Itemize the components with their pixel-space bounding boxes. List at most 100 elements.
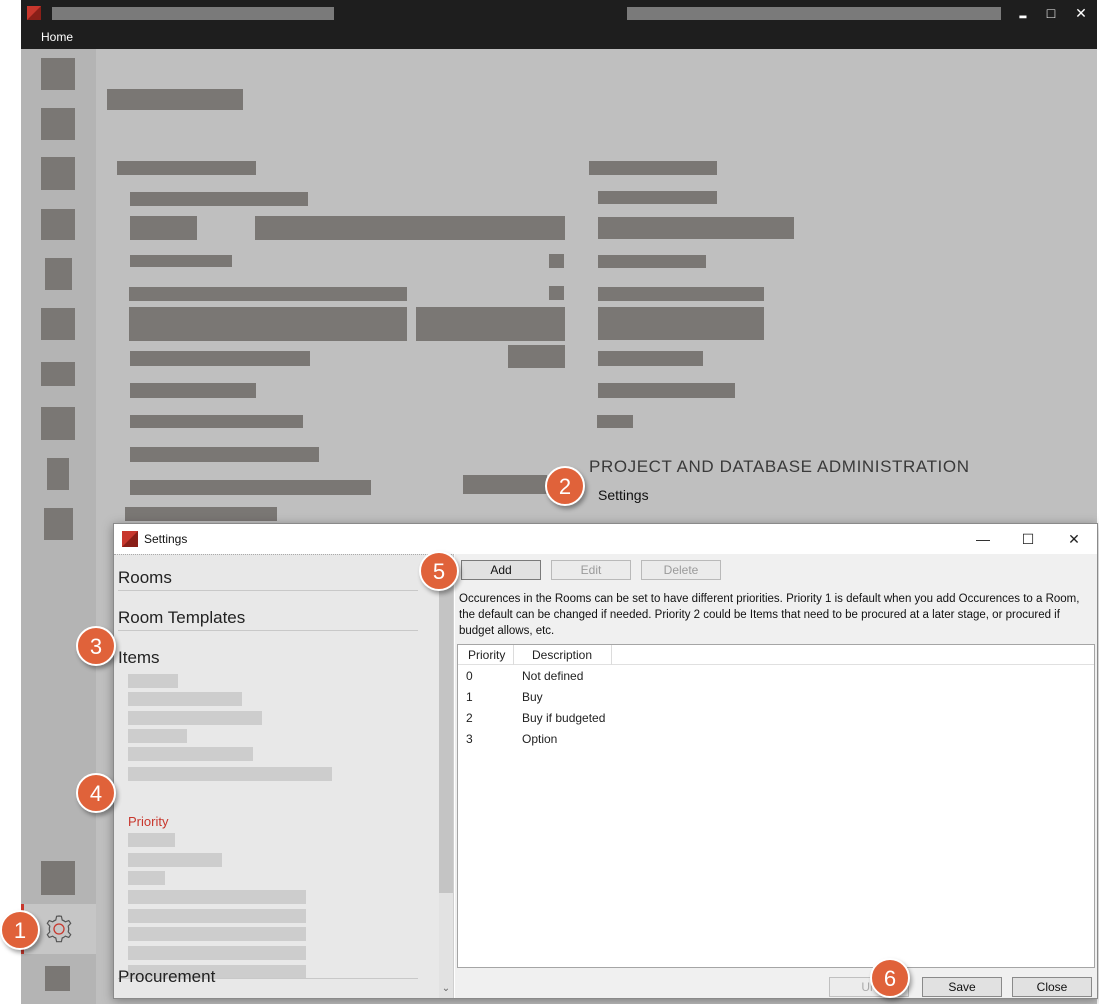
add-button[interactable]: Add — [461, 560, 541, 580]
list-item[interactable] — [128, 729, 187, 743]
sidebar-item[interactable] — [41, 362, 75, 386]
checkbox-redacted[interactable] — [549, 286, 564, 300]
vertical-scrollbar[interactable]: ⌄ — [439, 555, 453, 998]
cell-priority: 2 — [466, 711, 473, 725]
section-room-templates[interactable]: Room Templates — [118, 608, 418, 628]
list-item[interactable] — [128, 927, 306, 941]
field-label-redacted — [130, 255, 232, 267]
list-item[interactable] — [128, 890, 306, 904]
dialog-minimize-button[interactable]: — — [968, 528, 998, 550]
edit-button[interactable]: Edit — [551, 560, 631, 580]
divider — [118, 630, 418, 631]
divider — [118, 590, 418, 591]
field-label-redacted — [597, 415, 633, 428]
list-item[interactable] — [128, 747, 253, 761]
button-redacted[interactable] — [508, 345, 565, 368]
field-value-redacted[interactable] — [598, 217, 794, 239]
table-header: Priority Description — [458, 645, 1094, 665]
callout-badge-4: 4 — [76, 773, 116, 813]
sidebar-item[interactable] — [41, 157, 75, 190]
cell-priority: 1 — [466, 690, 473, 704]
field-label-redacted — [130, 480, 371, 495]
window-title-redacted — [52, 7, 334, 20]
close-button[interactable]: ✕ — [1070, 3, 1092, 23]
sidebar-item[interactable] — [41, 407, 75, 440]
section-title-redacted — [589, 161, 717, 175]
list-item[interactable] — [128, 871, 165, 885]
settings-link[interactable]: Settings — [598, 487, 649, 503]
app-logo-icon — [122, 531, 138, 547]
list-item[interactable] — [128, 833, 175, 847]
list-item-priority[interactable]: Priority — [128, 814, 168, 829]
sidebar-item[interactable] — [41, 308, 75, 340]
callout-badge-3: 3 — [76, 626, 116, 666]
field-value-redacted[interactable] — [129, 307, 407, 341]
sidebar-item[interactable] — [41, 108, 75, 140]
delete-button[interactable]: Delete — [641, 560, 721, 580]
field-value-redacted[interactable] — [255, 216, 565, 240]
gear-icon — [46, 915, 72, 943]
scrollbar-thumb[interactable] — [439, 573, 453, 893]
table-row[interactable]: 1 Buy — [458, 687, 1094, 708]
column-header-priority[interactable]: Priority — [458, 645, 514, 665]
sidebar-item[interactable] — [41, 861, 75, 895]
callout-badge-2: 2 — [545, 466, 585, 506]
table-row[interactable]: 0 Not defined — [458, 666, 1094, 687]
field-label-redacted — [598, 351, 703, 366]
list-item[interactable] — [128, 946, 306, 960]
column-header-description[interactable]: Description — [514, 645, 612, 665]
sidebar-item[interactable] — [45, 258, 72, 290]
section-rooms[interactable]: Rooms — [118, 568, 418, 588]
field-label-redacted — [598, 383, 735, 398]
field-label-redacted — [129, 287, 407, 301]
menu-home[interactable]: Home — [41, 30, 73, 44]
field-label-redacted — [130, 216, 197, 240]
section-procurement-label[interactable]: Procurement — [118, 967, 418, 987]
field-label-redacted — [598, 287, 764, 301]
button-redacted[interactable] — [463, 475, 547, 494]
dialog-maximize-button[interactable]: ☐ — [1013, 528, 1043, 550]
cell-description: Buy if budgeted — [522, 711, 606, 725]
dialog-close-button[interactable]: ✕ — [1059, 528, 1089, 550]
list-item[interactable] — [128, 674, 178, 688]
sidebar-item[interactable] — [45, 966, 70, 991]
chevron-down-icon[interactable]: ⌄ — [439, 981, 453, 997]
callout-badge-6: 6 — [870, 958, 910, 998]
page-title-redacted — [107, 89, 243, 110]
cell-description: Option — [522, 732, 558, 746]
dialog-title-bar: Settings — ☐ ✕ — [114, 524, 1097, 554]
field-value-redacted[interactable] — [598, 307, 764, 340]
section-items[interactable]: Items — [118, 648, 418, 668]
list-item[interactable] — [128, 711, 262, 725]
minimize-button[interactable]: ▂ — [1012, 3, 1034, 23]
window-info-redacted — [627, 7, 1001, 20]
cell-description: Buy — [522, 690, 543, 704]
list-item[interactable] — [128, 909, 306, 923]
sidebar-item[interactable] — [44, 508, 73, 540]
close-dialog-button[interactable]: Close — [1012, 977, 1092, 997]
settings-category-list: Rooms Room Templates Items Priority Proc… — [114, 554, 454, 998]
cell-priority: 3 — [466, 732, 473, 746]
table-row[interactable]: 2 Buy if budgeted — [458, 708, 1094, 729]
field-label-redacted — [598, 255, 706, 268]
field-label-redacted — [598, 191, 717, 204]
admin-heading: PROJECT AND DATABASE ADMINISTRATION — [589, 457, 970, 476]
menu-bar: Home — [21, 27, 1097, 49]
field-value-redacted[interactable] — [416, 307, 565, 341]
dialog-footer: Un Save Close — [455, 970, 1097, 998]
list-item[interactable] — [128, 692, 242, 706]
field-label-redacted — [130, 192, 308, 206]
table-row[interactable]: 3 Option — [458, 729, 1094, 750]
maximize-button[interactable]: □ — [1040, 3, 1062, 23]
title-bar: ▂ □ ✕ — [21, 0, 1097, 27]
list-item[interactable] — [128, 853, 222, 867]
checkbox-redacted[interactable] — [549, 254, 564, 268]
sidebar-item[interactable] — [41, 58, 75, 90]
list-item[interactable] — [128, 767, 332, 781]
sidebar-item[interactable] — [41, 209, 75, 240]
sidebar-item[interactable] — [47, 458, 69, 490]
priority-description: Occurences in the Rooms can be set to ha… — [459, 593, 1080, 637]
field-label-redacted — [130, 351, 310, 366]
save-button[interactable]: Save — [922, 977, 1002, 997]
field-label-redacted — [125, 507, 277, 521]
